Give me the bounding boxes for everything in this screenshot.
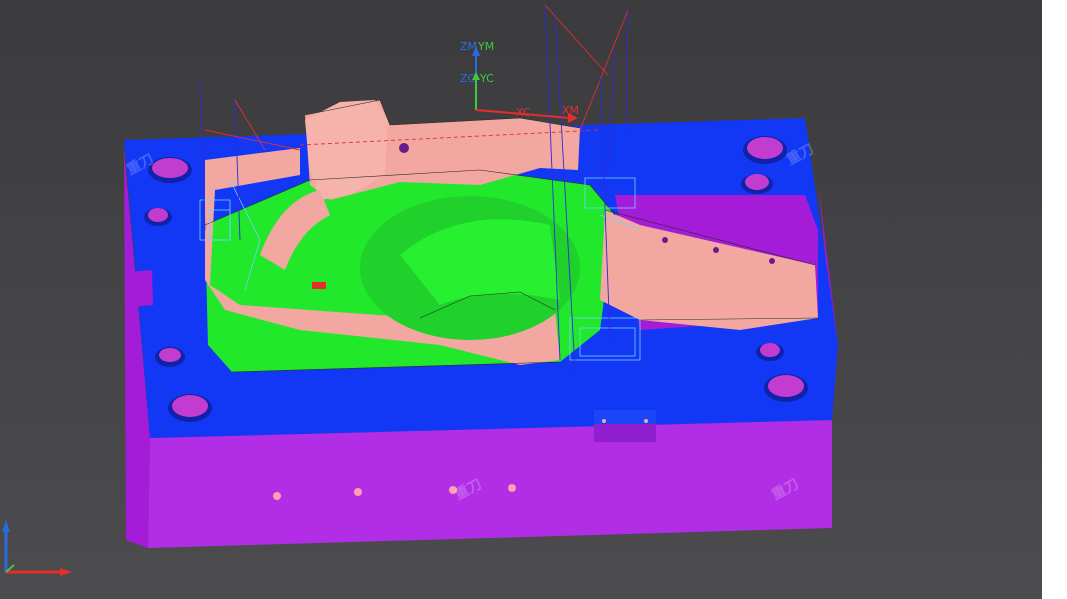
graphics-viewport[interactable]: ZM YM ZC YC XC XM 重刀 重刀 重刀 重刀 (0, 0, 1042, 599)
wcs-label-xc: XC (516, 106, 531, 119)
wcs-label-zm: ZM (460, 40, 477, 53)
wcs-label-ym: YM (477, 40, 494, 53)
red-marker (312, 282, 326, 289)
plate-notch-left (128, 270, 153, 307)
wcs-triad: ZM YM ZC YC XC XM (460, 40, 579, 123)
window-edge-strip (1042, 0, 1067, 599)
view-triad-icon[interactable] (2, 520, 72, 576)
mold-plate-front-face (148, 420, 832, 548)
mold-base-3d-model[interactable]: ZM YM ZC YC XC XM 重刀 重刀 重刀 重刀 (0, 0, 1042, 599)
wcs-label-xm: XM (562, 104, 579, 117)
wcs-label-zc: ZC (460, 72, 476, 85)
wcs-label-yc: YC (479, 72, 494, 85)
